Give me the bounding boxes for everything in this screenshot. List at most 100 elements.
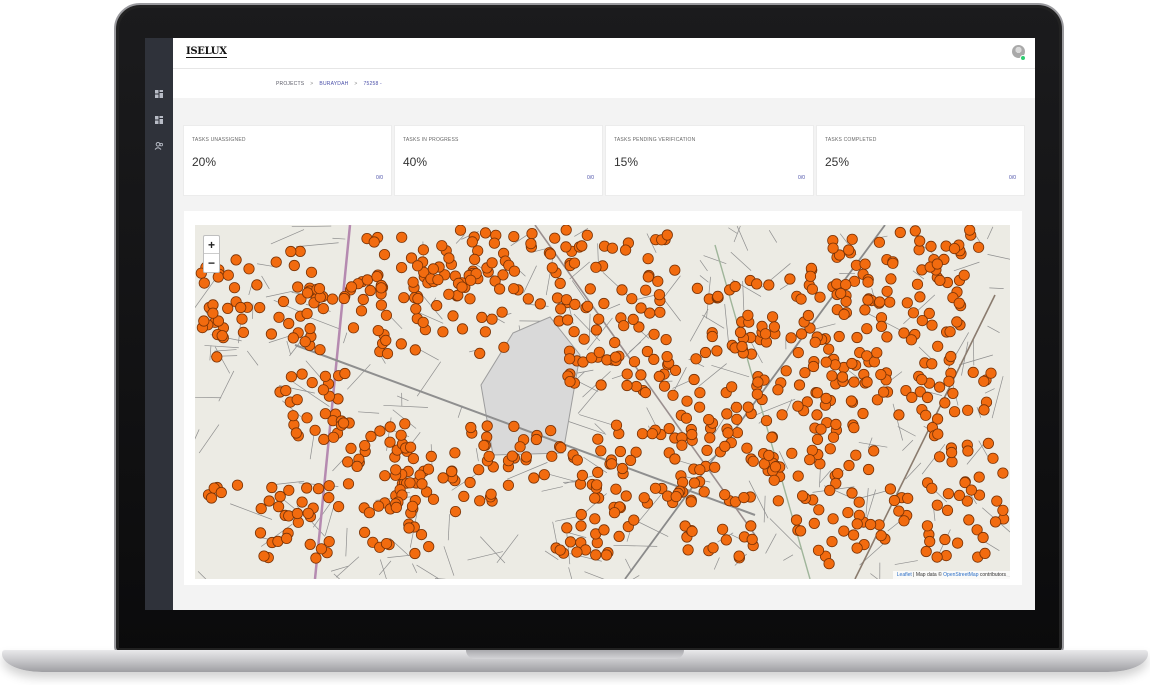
task-marker[interactable]	[997, 467, 1009, 479]
task-marker[interactable]	[827, 431, 840, 443]
task-marker[interactable]	[228, 282, 241, 294]
task-marker[interactable]	[694, 387, 706, 399]
task-marker[interactable]	[280, 385, 292, 397]
task-marker[interactable]	[530, 433, 542, 446]
task-marker[interactable]	[733, 550, 745, 562]
task-marker[interactable]	[726, 381, 738, 393]
task-marker[interactable]	[285, 371, 298, 383]
task-marker[interactable]	[465, 421, 477, 434]
task-marker[interactable]	[909, 225, 921, 237]
task-marker[interactable]	[752, 376, 764, 388]
task-marker[interactable]	[848, 376, 860, 388]
task-marker[interactable]	[654, 306, 666, 318]
task-marker[interactable]	[399, 418, 411, 430]
task-marker[interactable]	[243, 263, 255, 275]
task-marker[interactable]	[958, 269, 970, 281]
task-marker[interactable]	[667, 389, 679, 401]
task-marker[interactable]	[545, 425, 557, 437]
map-canvas[interactable]	[195, 225, 1010, 579]
task-marker[interactable]	[793, 379, 806, 391]
task-marker[interactable]	[812, 544, 825, 556]
task-marker[interactable]	[508, 283, 520, 295]
task-marker[interactable]	[481, 420, 493, 432]
task-marker[interactable]	[454, 225, 467, 236]
task-marker[interactable]	[568, 326, 580, 338]
task-marker[interactable]	[861, 323, 873, 335]
task-marker[interactable]	[365, 430, 377, 442]
task-marker[interactable]	[813, 504, 825, 516]
task-marker[interactable]	[642, 271, 654, 283]
task-marker[interactable]	[847, 529, 860, 541]
task-marker[interactable]	[914, 291, 926, 303]
task-marker[interactable]	[581, 300, 594, 312]
task-marker[interactable]	[826, 370, 838, 382]
task-marker[interactable]	[486, 257, 498, 269]
task-marker[interactable]	[384, 421, 396, 433]
task-marker[interactable]	[351, 460, 363, 472]
task-marker[interactable]	[378, 249, 391, 261]
task-marker[interactable]	[640, 284, 652, 296]
task-marker[interactable]	[931, 258, 943, 270]
task-marker[interactable]	[824, 484, 836, 496]
task-marker[interactable]	[628, 514, 640, 526]
task-marker[interactable]	[768, 321, 781, 333]
task-marker[interactable]	[626, 293, 638, 305]
task-marker[interactable]	[635, 302, 647, 314]
task-marker[interactable]	[323, 535, 335, 548]
task-marker[interactable]	[795, 293, 807, 305]
task-marker[interactable]	[945, 350, 957, 363]
task-marker[interactable]	[826, 535, 838, 548]
task-marker[interactable]	[846, 487, 858, 499]
task-marker[interactable]	[361, 274, 373, 286]
task-marker[interactable]	[888, 494, 901, 507]
task-marker[interactable]	[806, 444, 818, 456]
task-marker[interactable]	[857, 407, 869, 420]
task-marker[interactable]	[466, 236, 478, 248]
task-marker[interactable]	[614, 445, 626, 458]
task-marker[interactable]	[560, 225, 572, 236]
task-marker[interactable]	[345, 442, 357, 454]
task-marker[interactable]	[564, 376, 576, 388]
task-marker[interactable]	[508, 420, 520, 432]
task-marker[interactable]	[273, 311, 285, 323]
task-marker[interactable]	[808, 517, 820, 529]
task-marker[interactable]	[846, 357, 858, 370]
task-marker[interactable]	[746, 533, 758, 545]
breadcrumb-projects[interactable]: PROJECTS	[276, 81, 304, 87]
task-marker[interactable]	[932, 428, 944, 440]
task-marker[interactable]	[943, 375, 955, 387]
task-marker[interactable]	[691, 282, 703, 295]
task-marker[interactable]	[792, 470, 804, 482]
task-marker[interactable]	[410, 303, 422, 315]
task-marker[interactable]	[292, 281, 304, 293]
task-marker[interactable]	[263, 495, 275, 507]
task-marker[interactable]	[820, 392, 832, 404]
task-marker[interactable]	[456, 281, 468, 293]
users-icon[interactable]	[154, 141, 164, 151]
task-marker[interactable]	[592, 433, 604, 445]
task-marker[interactable]	[498, 341, 510, 353]
task-marker[interactable]	[862, 276, 874, 288]
task-marker[interactable]	[646, 428, 658, 440]
task-marker[interactable]	[951, 316, 963, 328]
task-marker[interactable]	[926, 358, 938, 370]
task-marker[interactable]	[584, 283, 596, 295]
task-marker[interactable]	[766, 431, 778, 443]
task-marker[interactable]	[409, 344, 421, 356]
task-marker[interactable]	[546, 450, 558, 462]
task-marker[interactable]	[342, 478, 355, 490]
task-marker[interactable]	[555, 303, 567, 315]
task-marker[interactable]	[390, 501, 402, 513]
task-marker[interactable]	[476, 311, 488, 324]
task-marker[interactable]	[914, 235, 926, 247]
task-marker[interactable]	[669, 453, 681, 465]
task-marker[interactable]	[720, 534, 732, 546]
task-marker[interactable]	[843, 459, 855, 472]
task-marker[interactable]	[898, 515, 910, 527]
task-marker[interactable]	[590, 324, 602, 336]
task-marker[interactable]	[555, 442, 567, 454]
task-marker[interactable]	[520, 451, 532, 463]
task-marker[interactable]	[212, 271, 224, 283]
task-marker[interactable]	[412, 260, 424, 272]
task-marker[interactable]	[851, 518, 863, 530]
